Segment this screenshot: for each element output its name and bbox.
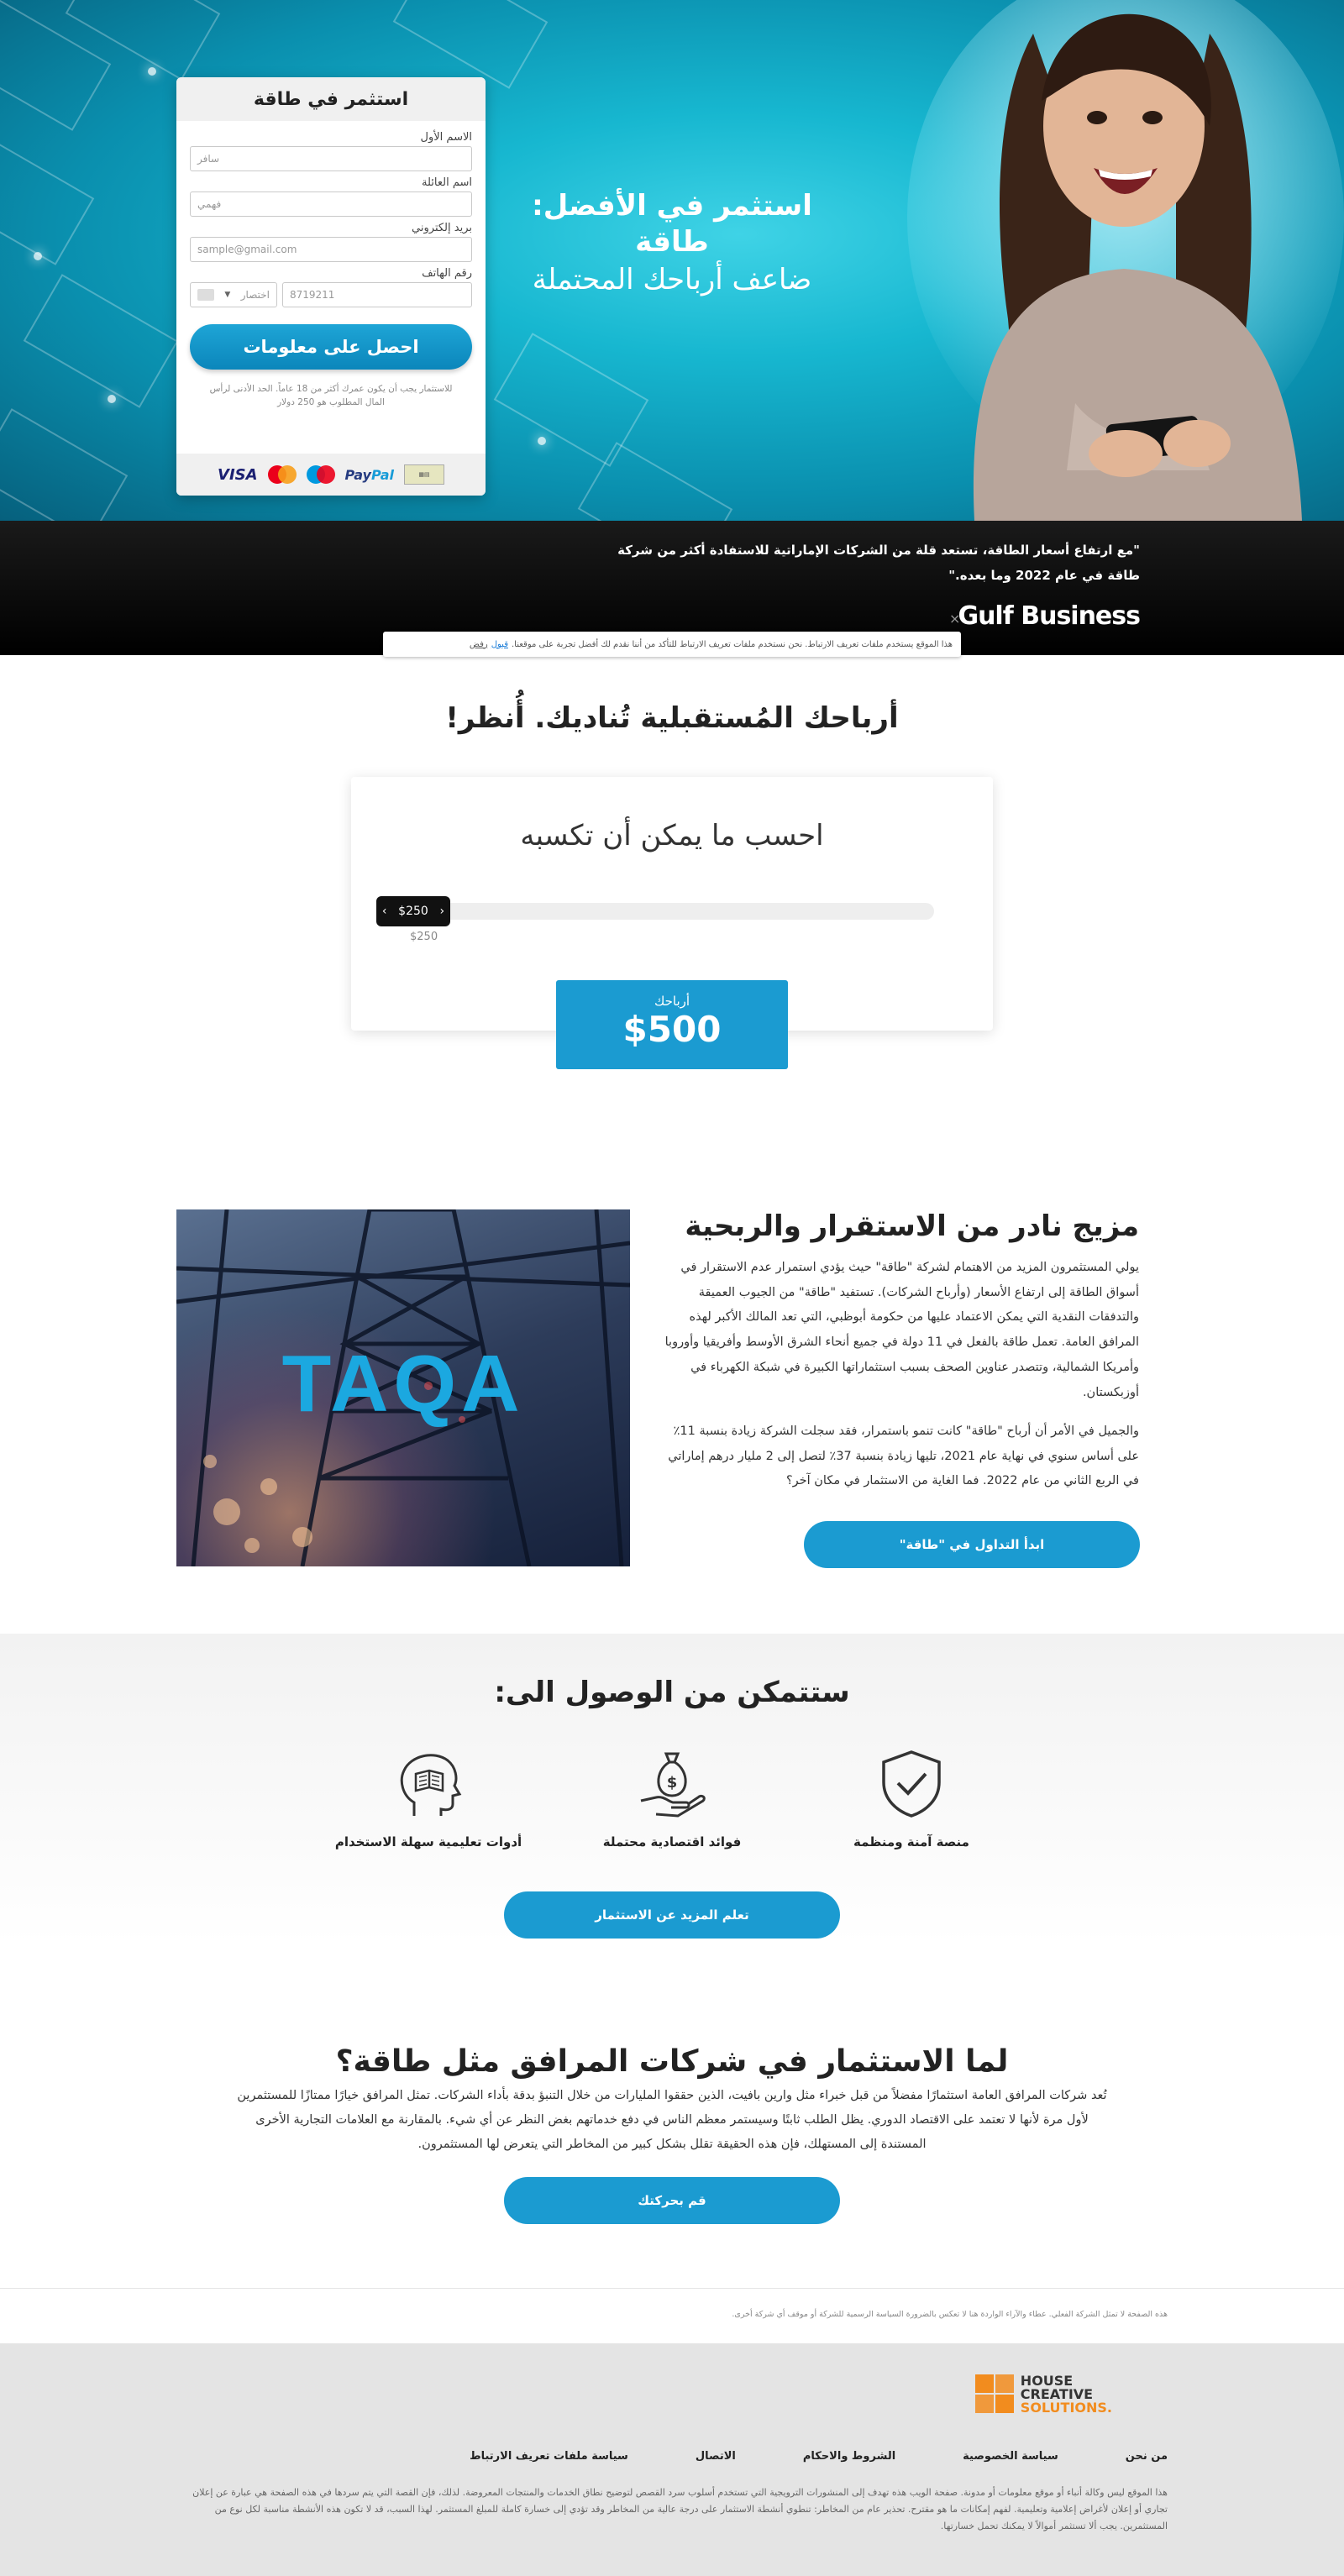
press-quote: "مع ارتفاع أسعار الطاقة، تستعد قلة من ال… (617, 543, 1140, 583)
country-code-select[interactable]: ▼ اختصار (190, 282, 277, 307)
glow-dot (538, 437, 546, 445)
last-name-field[interactable]: فهمي (190, 191, 472, 217)
shield-check-icon (882, 1750, 941, 1818)
profit-result-box: أرباحك $500 (556, 980, 788, 1069)
feature-educational-tools: أدوات تعليمية سهلة الاستخدام (332, 1745, 525, 1849)
cookie-text: هذا الموقع يستخدم ملفات تعريف الارتباط. … (511, 639, 953, 649)
phone-label: رقم الهاتف (422, 267, 472, 280)
calculator-title: احسب ما يمكن أن تكسبه (520, 819, 824, 853)
close-icon[interactable]: × (949, 611, 960, 627)
hexagon-decoration (23, 274, 179, 408)
payment-methods: VISA PayPal ▦▤ (176, 454, 486, 496)
taqa-logo-text: TAQA (282, 1339, 525, 1429)
country-code-placeholder: اختصار (240, 289, 270, 301)
hcs-logo-line3: SOLUTIONS. (1020, 2400, 1112, 2416)
feature-economic-benefits: $ فوائد اقتصادية محتملة (575, 1745, 769, 1849)
wire-transfer-icon: ▦▤ (403, 464, 444, 485)
cookie-accept-link[interactable]: قبول (491, 640, 508, 649)
form-disclaimer: للاستثمار يجب أن يكون عمرك أكثر من 18 عا… (209, 384, 453, 407)
last-name-placeholder: فهمي (197, 198, 222, 210)
taqa-power-tower-image: TAQA (176, 1209, 630, 1566)
feature-secure-platform: منصة آمنة ومنظمة (815, 1745, 1008, 1849)
signup-form: استثمر في طاقة الاسم الأول سافر اسم العا… (176, 77, 486, 496)
slider-min-value: $250 (410, 931, 438, 943)
mix-paragraph-1: يولي المستثمرون المزيد من الاهتمام لشركة… (664, 1261, 1139, 1399)
chevron-right-icon: › (439, 905, 445, 918)
hexagon-decoration (0, 408, 129, 521)
maestro-icon (306, 465, 335, 484)
phone-placeholder: 8719211 (290, 289, 335, 301)
hexagon-decoration (392, 0, 549, 89)
form-title: استثمر في طاقة (176, 77, 486, 121)
why-paragraph: تُعد شركات المرافق العامة استثمارًا مفضل… (237, 2089, 1107, 2151)
smiling-woman-with-phone-image (907, 0, 1344, 521)
chevron-left-icon: ‹ (381, 905, 387, 918)
first-name-placeholder: سافر (197, 153, 220, 165)
paypal-logo: PayPal (345, 467, 394, 483)
house-creative-solutions-logo: HOUSE CREATIVE SOLUTIONS. (974, 2373, 1112, 2416)
hero-banner: استثمر في الأفضل: طاقة ضاعف أرباحك المحت… (0, 0, 1344, 521)
footer-link-privacy[interactable]: سياسة الخصوصية (963, 2450, 1058, 2463)
calculator-section-title: أرباحك المُستقبلية تُناديك. أُنظر! (445, 701, 899, 735)
get-info-button[interactable]: احصل على معلومات (190, 324, 472, 370)
glow-dot (148, 67, 156, 76)
footer-disclaimer: هذا الموقع ليس وكالة أنباء أو موقع معلوم… (192, 2487, 1168, 2531)
mix-paragraph-2: والجميل في الأمر أن أرباح "طاقة" كانت تن… (668, 1424, 1139, 1488)
divider (0, 2288, 1344, 2289)
last-name-label: اسم العائلة (422, 176, 472, 189)
paypal-logo-part2: Pal (370, 466, 394, 483)
footer-link-terms[interactable]: الشروط والاحكام (803, 2450, 895, 2463)
feature-label: فوائد اقتصادية محتملة (602, 1834, 742, 1849)
power-tower-illustration: TAQA (176, 1209, 630, 1566)
hero-headline-line2: طاقة (635, 224, 709, 259)
gulf-business-logo: Gulf Business (958, 601, 1141, 631)
learn-more-button[interactable]: تعلم المزيد عن الاستثمار (504, 1891, 840, 1939)
visa-logo: VISA (218, 465, 258, 484)
hero-headline-line1: استثمر في الأفضل: (532, 189, 812, 223)
footer-link-about[interactable]: من نحن (1126, 2450, 1168, 2463)
paypal-logo-part1: Pay (344, 466, 371, 483)
slider-value: $250 (398, 905, 428, 918)
cookie-banner: هذا الموقع يستخدم ملفات تعريف الارتباط. … (383, 632, 961, 657)
svg-text:$: $ (667, 1774, 678, 1792)
first-name-label: الاسم الأول (420, 131, 472, 144)
profit-label: أرباحك (654, 994, 690, 1009)
mix-section-title: مزيج نادر من الاستقرار والربحية (685, 1209, 1139, 1243)
make-your-move-button[interactable]: قم بحركتك (504, 2177, 840, 2224)
chevron-down-icon: ▼ (224, 291, 231, 299)
glow-dot (34, 252, 42, 260)
investment-slider-handle[interactable]: ‹ $250 › (376, 896, 450, 926)
profit-value: $500 (622, 1009, 722, 1050)
start-trading-button[interactable]: ابدأ التداول في "طاقة" (804, 1521, 1140, 1568)
investment-slider-track[interactable] (376, 903, 934, 920)
hero-headline: استثمر في الأفضل: طاقة ضاعف أرباحك المحت… (504, 189, 840, 297)
why-section-title: لما الاستثمار في شركات المرافق مثل طاقة؟ (335, 2044, 1009, 2079)
email-label: بريد إلكتروني (412, 222, 472, 234)
mastercard-icon (267, 465, 297, 484)
email-placeholder: sample@gmail.com (197, 244, 297, 255)
hero-headline-line3: ضاعف أرباحك المحتملة (532, 262, 812, 296)
hexagon-decoration (0, 131, 95, 265)
glow-dot (108, 395, 116, 403)
feature-label: منصة آمنة ومنظمة (853, 1834, 969, 1849)
page-disclaimer-note: هذه الصفحة لا تمثل الشركة الفعلي. عطاء و… (732, 2310, 1168, 2319)
cookie-reject-link[interactable]: رفض (470, 640, 488, 649)
hcs-logo-mark (974, 2373, 1016, 2416)
flag-icon (197, 289, 214, 301)
footer-link-cookies[interactable]: سياسة ملفات تعريف الارتباط (470, 2450, 628, 2463)
email-field[interactable]: sample@gmail.com (190, 237, 472, 262)
money-bag-hand-icon: $ (640, 1752, 706, 1818)
first-name-field[interactable]: سافر (190, 146, 472, 171)
footer-link-contact[interactable]: الاتصال (696, 2450, 736, 2463)
footer-nav: من نحن سياسة الخصوصية الشروط والاحكام ال… (470, 2450, 1168, 2463)
head-book-icon (400, 1754, 462, 1816)
phone-field[interactable]: 8719211 (282, 282, 472, 307)
feature-label: أدوات تعليمية سهلة الاستخدام (334, 1834, 522, 1849)
access-section-title: ستتمكن من الوصول الى: (494, 1676, 850, 1709)
